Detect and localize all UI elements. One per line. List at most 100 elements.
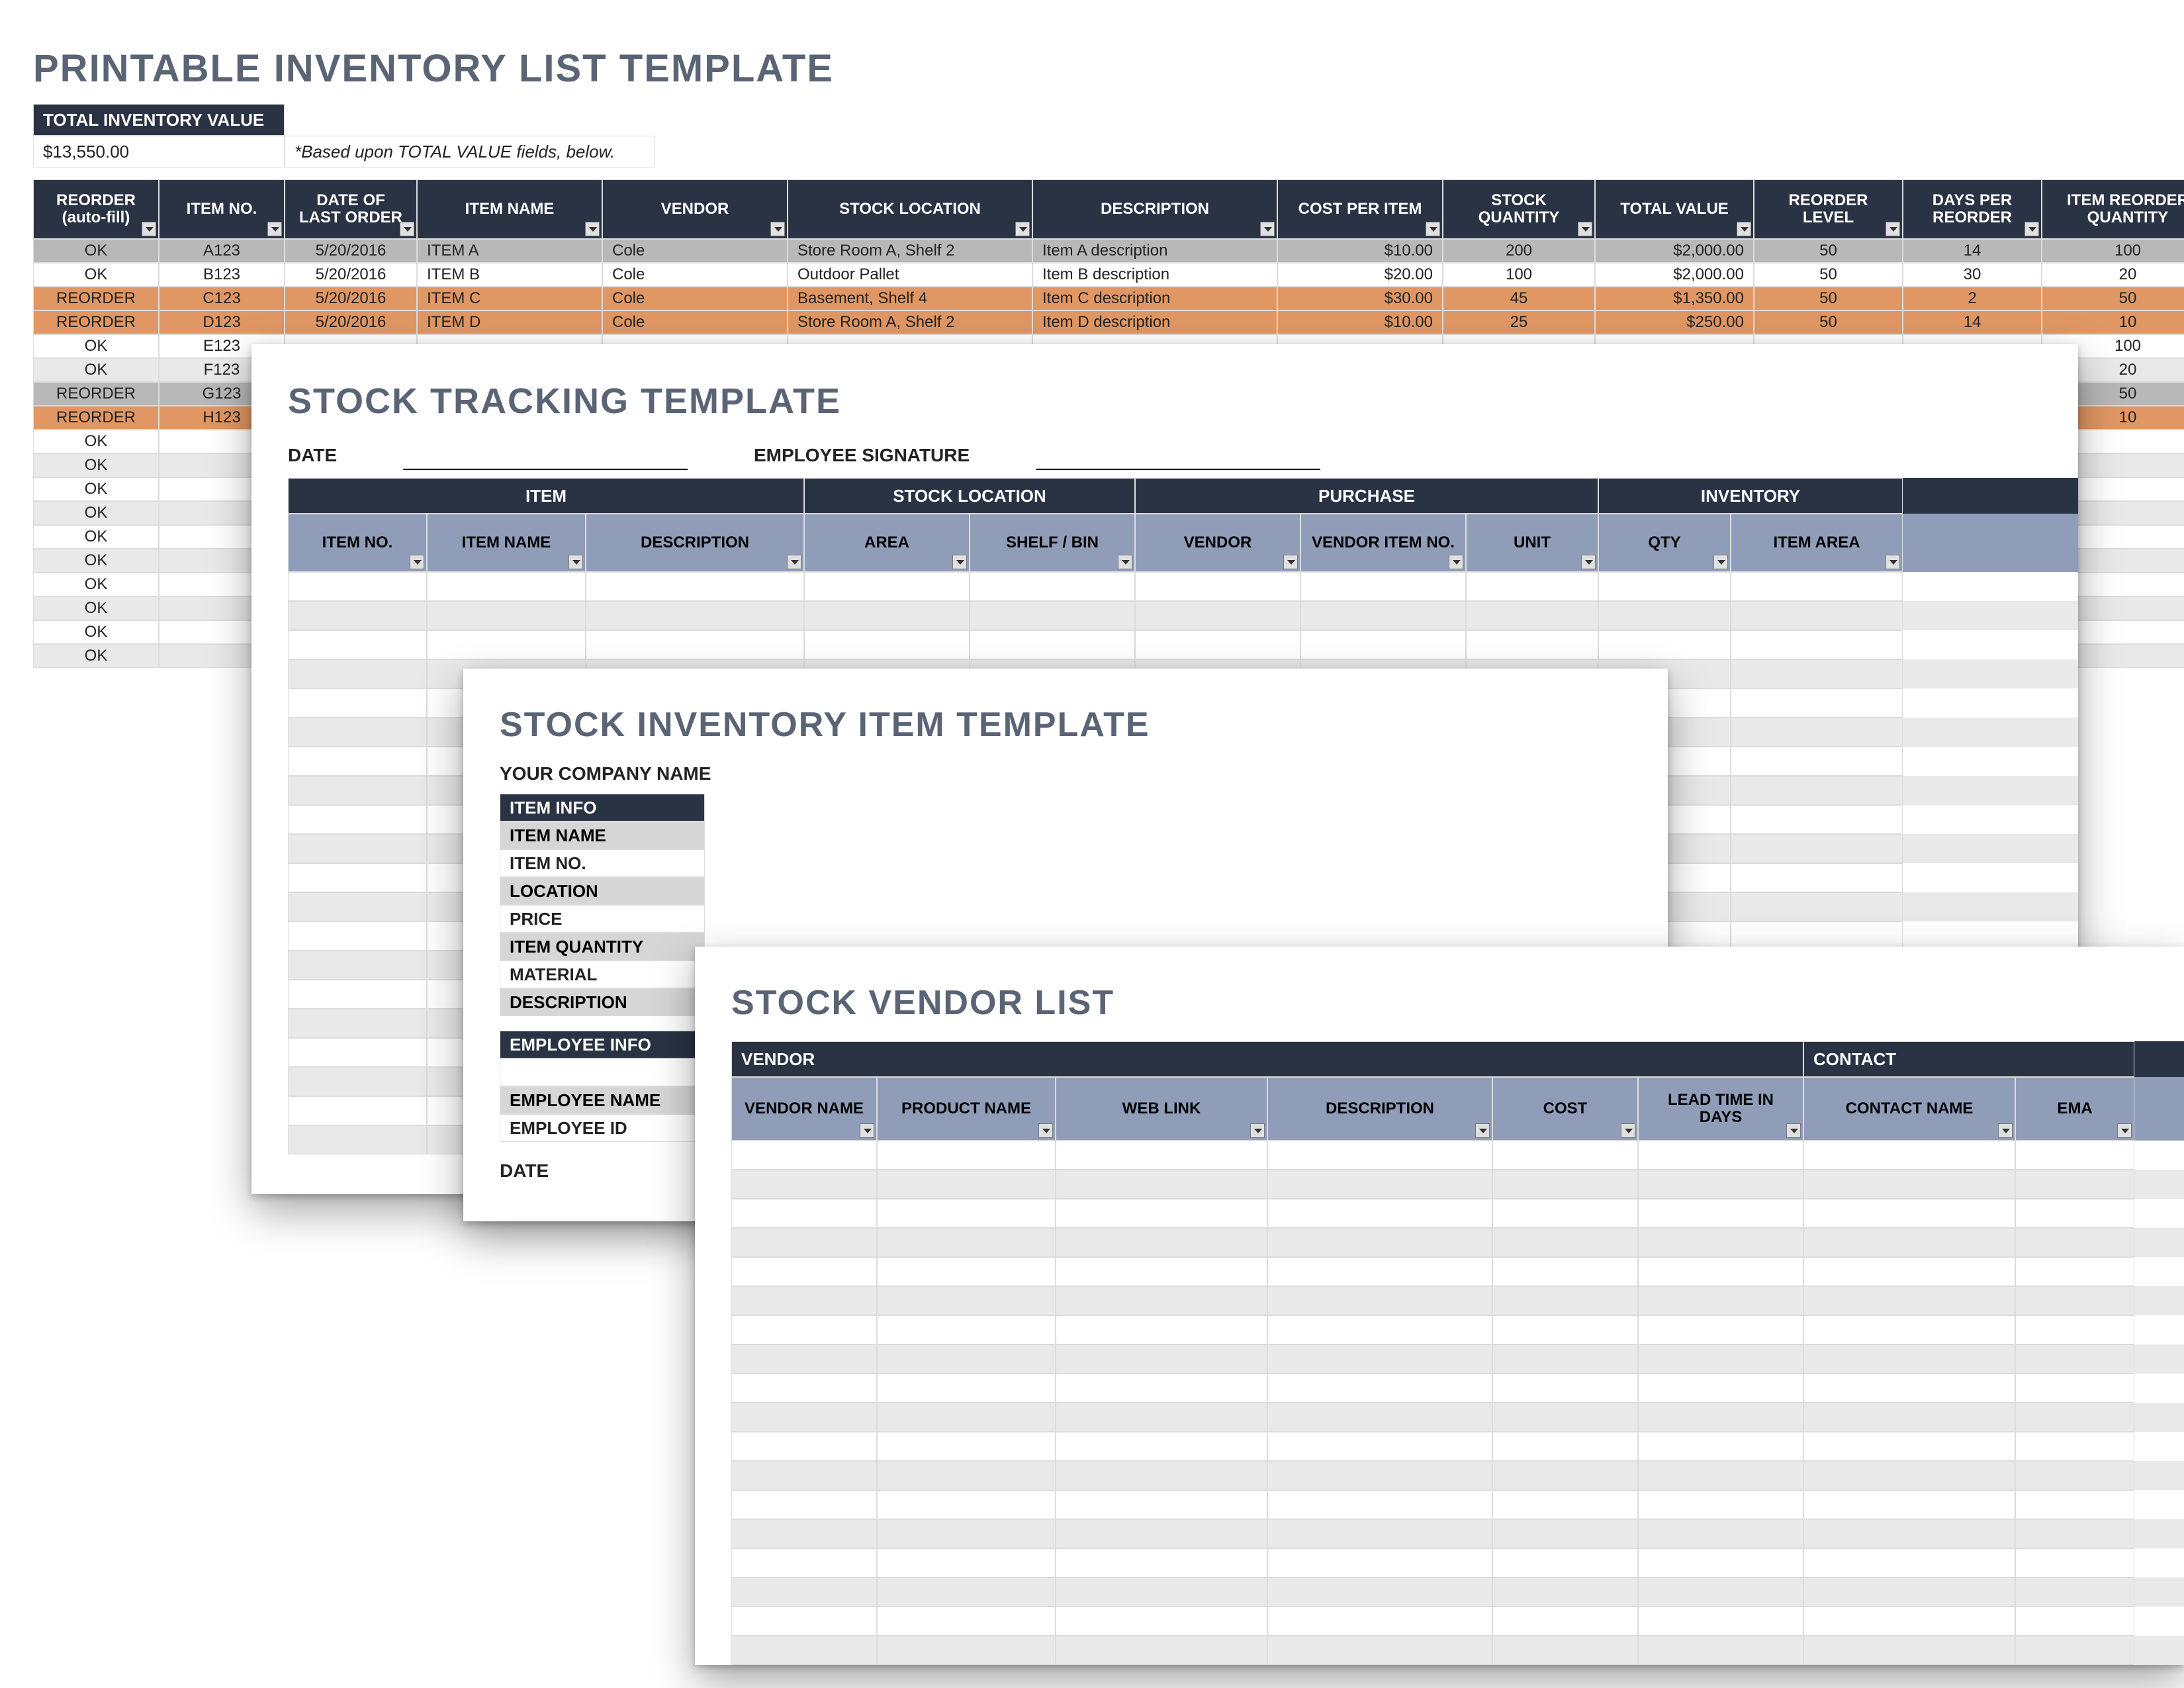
table-cell[interactable]: OK [33,430,159,453]
table-cell[interactable] [427,601,586,630]
filter-dropdown-icon[interactable] [1118,555,1132,569]
column-header[interactable]: COST [1492,1077,1638,1141]
table-cell[interactable] [731,1548,877,1577]
table-cell[interactable] [731,1141,877,1170]
table-cell[interactable]: OK [33,573,159,596]
table-cell[interactable]: Cole [602,263,788,287]
table-cell[interactable] [1638,1519,1803,1548]
table-cell[interactable] [731,1432,877,1461]
table-cell[interactable] [1492,1636,1638,1665]
table-cell[interactable] [1056,1490,1267,1519]
table-cell[interactable] [1638,1432,1803,1461]
table-cell[interactable] [1056,1257,1267,1286]
column-header[interactable]: COST PER ITEM [1277,179,1443,239]
table-cell[interactable] [1803,1228,2015,1257]
table-cell[interactable]: OK [33,453,159,477]
table-cell[interactable]: REORDER [33,287,159,310]
table-cell[interactable] [970,630,1135,659]
table-cell[interactable] [731,1607,877,1636]
table-cell[interactable] [877,1490,1056,1519]
table-cell[interactable] [1731,834,1903,863]
column-header[interactable]: ITEM NO. [159,179,285,239]
table-cell[interactable]: OK [33,334,159,358]
table-cell[interactable] [1056,1170,1267,1199]
signature-input-line[interactable] [1036,445,1320,470]
table-cell[interactable] [2015,1228,2134,1257]
table-cell[interactable] [1638,1490,1803,1519]
table-cell[interactable] [2015,1315,2134,1344]
filter-dropdown-icon[interactable] [267,222,282,236]
table-row[interactable]: REORDERD1235/20/2016ITEM DColeStore Room… [33,310,2184,334]
filter-dropdown-icon[interactable] [1250,1123,1265,1138]
table-cell[interactable]: 50 [1754,263,1903,287]
table-cell[interactable] [288,1096,427,1125]
table-cell[interactable] [1492,1607,1638,1636]
table-cell[interactable] [2015,1577,2134,1607]
table-cell[interactable] [1638,1461,1803,1490]
table-cell[interactable] [288,951,427,980]
filter-dropdown-icon[interactable] [1426,222,1440,236]
table-cell[interactable] [2015,1548,2134,1577]
table-cell[interactable] [877,1374,1056,1403]
filter-dropdown-icon[interactable] [585,222,600,236]
table-cell[interactable] [1492,1490,1638,1519]
table-cell[interactable] [804,601,970,630]
filter-dropdown-icon[interactable] [860,1123,874,1138]
table-cell[interactable] [2015,1490,2134,1519]
table-cell[interactable] [1267,1636,1492,1665]
table-row[interactable] [731,1490,2184,1519]
table-cell[interactable] [877,1228,1056,1257]
table-cell[interactable] [1492,1344,1638,1374]
column-header[interactable]: REORDER LEVEL [1754,179,1903,239]
table-cell[interactable]: OK [33,239,159,263]
table-cell[interactable]: 200 [1443,239,1595,263]
table-cell[interactable] [1803,1199,2015,1228]
table-cell[interactable] [877,1344,1056,1374]
table-cell[interactable] [1803,1461,2015,1490]
column-header[interactable]: ITEM NAME [427,514,586,572]
table-cell[interactable]: B123 [159,263,285,287]
filter-dropdown-icon[interactable] [1578,222,1592,236]
filter-dropdown-icon[interactable] [1283,555,1298,569]
table-cell[interactable] [288,892,427,921]
table-cell[interactable] [1267,1490,1492,1519]
table-row[interactable] [731,1577,2184,1607]
table-cell[interactable] [877,1286,1056,1315]
table-cell[interactable]: $10.00 [1277,239,1443,263]
column-header[interactable]: ITEM AREA [1731,514,1903,572]
table-cell[interactable] [1056,1636,1267,1665]
column-header[interactable]: SHELF / BIN [970,514,1135,572]
table-cell[interactable]: A123 [159,239,285,263]
table-cell[interactable] [877,1636,1056,1665]
table-cell[interactable] [1638,1170,1803,1199]
table-cell[interactable] [1492,1548,1638,1577]
table-cell[interactable] [1056,1286,1267,1315]
table-cell[interactable] [731,1315,877,1344]
table-cell[interactable]: 14 [1903,239,2042,263]
filter-dropdown-icon[interactable] [142,222,156,236]
table-cell[interactable] [288,718,427,747]
table-cell[interactable]: ITEM C [417,287,602,310]
table-cell[interactable] [288,776,427,805]
table-cell[interactable] [1731,572,1903,601]
filter-dropdown-icon[interactable] [1015,222,1030,236]
table-cell[interactable]: 45 [1443,287,1595,310]
table-cell[interactable] [731,1344,877,1374]
table-cell[interactable] [877,1461,1056,1490]
table-cell[interactable]: OK [33,501,159,525]
table-cell[interactable]: ITEM A [417,239,602,263]
column-header[interactable]: VENDOR [1135,514,1300,572]
column-header[interactable]: WEB LINK [1056,1077,1267,1141]
table-cell[interactable] [1731,863,1903,892]
table-cell[interactable] [288,688,427,718]
table-cell[interactable] [1267,1257,1492,1286]
table-cell[interactable]: 5/20/2016 [285,310,417,334]
table-cell[interactable] [1803,1344,2015,1374]
table-cell[interactable] [1492,1170,1638,1199]
table-cell[interactable] [1267,1374,1492,1403]
filter-dropdown-icon[interactable] [1621,1123,1635,1138]
table-cell[interactable] [1056,1548,1267,1577]
date-input-line[interactable] [403,445,688,470]
table-cell[interactable]: Cole [602,310,788,334]
column-header[interactable]: VENDOR [602,179,788,239]
